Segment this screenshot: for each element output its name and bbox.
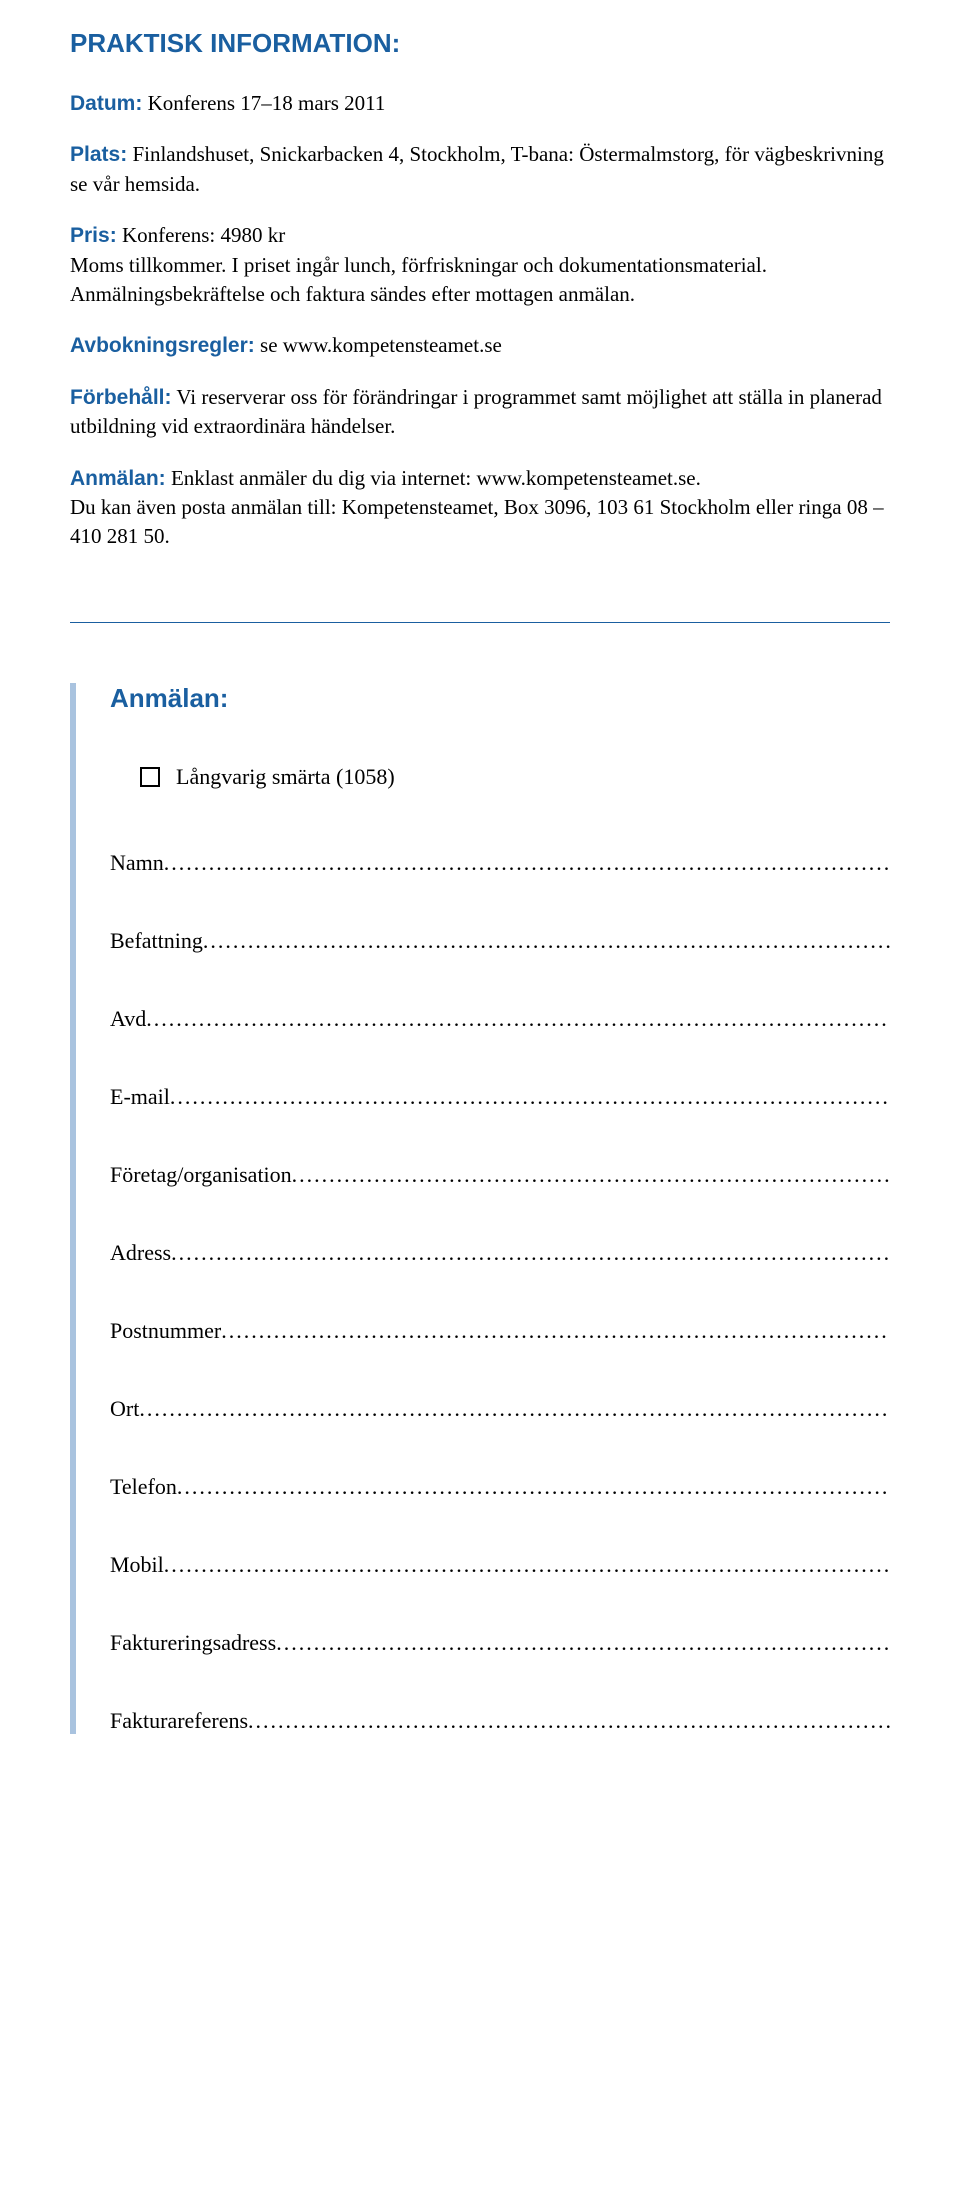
anmalan-info-block: Anmälan: Enklast anmäler du dig via inte…: [70, 464, 890, 552]
forbehall-text: Vi reserverar oss för förändringar i pro…: [70, 385, 882, 438]
pris-text-2: Moms tillkommer. I priset ingår lunch, f…: [70, 253, 767, 306]
fakturaadress-label: Faktureringsadress: [110, 1630, 276, 1655]
plats-label: Plats:: [70, 143, 127, 166]
befattning-label: Befattning: [110, 928, 203, 953]
forbehall-block: Förbehåll: Vi reserverar oss för förändr…: [70, 383, 890, 442]
foretag-field[interactable]: Företag/organisation: [110, 1162, 890, 1188]
course-option-row[interactable]: Långvarig smärta (1058): [110, 764, 890, 790]
telefon-field[interactable]: Telefon: [110, 1474, 890, 1500]
section-divider: [70, 622, 890, 623]
namn-label: Namn: [110, 850, 164, 875]
postnummer-label: Postnummer: [110, 1318, 221, 1343]
pris-label: Pris:: [70, 224, 117, 247]
plats-block: Plats: Finlandshuset, Snickarbacken 4, S…: [70, 140, 890, 199]
adress-field[interactable]: Adress: [110, 1240, 890, 1266]
form-heading: Anmälan:: [110, 683, 890, 714]
fakturareferens-field[interactable]: Fakturareferens: [110, 1708, 890, 1734]
avbokning-label: Avbokningsregler:: [70, 334, 255, 357]
checkbox-icon[interactable]: [140, 767, 160, 787]
plats-text: Finlandshuset, Snickarbacken 4, Stockhol…: [70, 142, 884, 195]
postnummer-field[interactable]: Postnummer: [110, 1318, 890, 1344]
ort-field[interactable]: Ort: [110, 1396, 890, 1422]
anmalan-info-label: Anmälan:: [70, 467, 166, 490]
email-label: E-mail: [110, 1084, 170, 1109]
foretag-label: Företag/organisation: [110, 1162, 292, 1187]
avd-label: Avd: [110, 1006, 146, 1031]
datum-text: Konferens 17–18 mars 2011: [142, 91, 385, 115]
mobil-field[interactable]: Mobil: [110, 1552, 890, 1578]
pris-text-1: Konferens: 4980 kr: [117, 223, 286, 247]
anmalan-info-text-1: Enklast anmäler du dig via internet: www…: [166, 466, 701, 490]
fakturareferens-label: Fakturareferens: [110, 1708, 248, 1733]
email-field[interactable]: E-mail: [110, 1084, 890, 1110]
namn-field[interactable]: Namn: [110, 850, 890, 876]
datum-label: Datum:: [70, 92, 142, 115]
befattning-field[interactable]: Befattning: [110, 928, 890, 954]
anmalan-info-text-2: Du kan även posta anmälan till: Kompeten…: [70, 495, 884, 548]
pris-block: Pris: Konferens: 4980 kr Moms tillkommer…: [70, 221, 890, 309]
avd-field[interactable]: Avd: [110, 1006, 890, 1032]
fakturaadress-field[interactable]: Faktureringsadress: [110, 1630, 890, 1656]
adress-label: Adress: [110, 1240, 171, 1265]
document-page: PRAKTISK INFORMATION: Datum: Konferens 1…: [0, 0, 960, 1826]
forbehall-label: Förbehåll:: [70, 386, 172, 409]
datum-block: Datum: Konferens 17–18 mars 2011: [70, 89, 890, 118]
ort-label: Ort: [110, 1396, 139, 1421]
registration-form: Anmälan: Långvarig smärta (1058) Namn Be…: [70, 683, 890, 1734]
course-option-label: Långvarig smärta (1058): [176, 764, 395, 790]
avbokning-block: Avbokningsregler: se www.kompetensteamet…: [70, 331, 890, 360]
telefon-label: Telefon: [110, 1474, 177, 1499]
avbokning-text: se www.kompetensteamet.se: [255, 333, 502, 357]
mobil-label: Mobil: [110, 1552, 164, 1577]
practical-info-heading: PRAKTISK INFORMATION:: [70, 28, 890, 59]
